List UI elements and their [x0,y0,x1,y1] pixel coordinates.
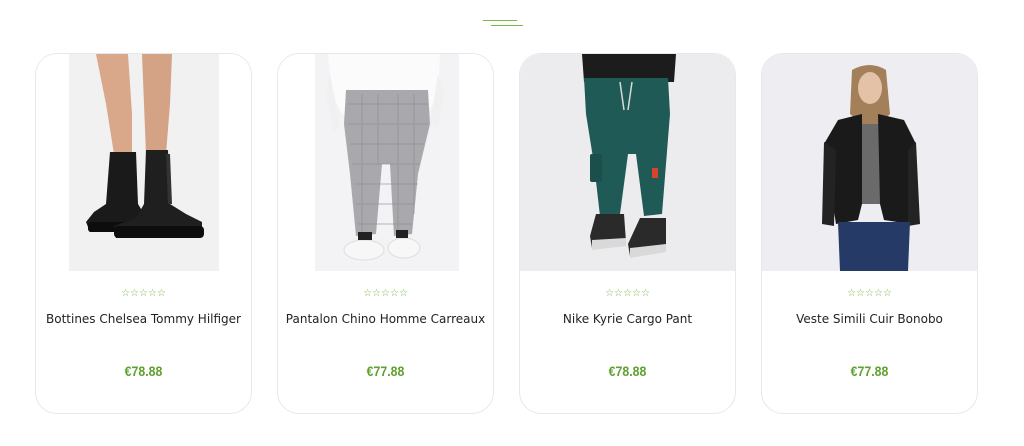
product-image-chinos[interactable] [278,54,493,271]
product-image-cargo-pants[interactable] [520,54,735,271]
product-name[interactable]: Veste Simili Cuir Bonobo [766,311,973,327]
product-card[interactable]: ☆☆☆☆☆ Pantalon Chino Homme Carreaux €77.… [277,53,494,414]
product-card[interactable]: ☆☆☆☆☆ Bottines Chelsea Tommy Hilfiger €7… [35,53,252,414]
product-name[interactable]: Nike Kyrie Cargo Pant [524,311,731,327]
product-name[interactable]: Bottines Chelsea Tommy Hilfiger [40,311,247,327]
product-image-boots[interactable] [36,54,251,271]
product-name[interactable]: Pantalon Chino Homme Carreaux [282,311,489,327]
product-rating-stars: ☆☆☆☆☆ [605,288,650,299]
product-rating-stars: ☆☆☆☆☆ [363,288,408,299]
product-card[interactable]: ☆☆☆☆☆ Nike Kyrie Cargo Pant €78.88 [519,53,736,414]
product-rating-stars: ☆☆☆☆☆ [847,288,892,299]
product-price: €77.88 [850,363,889,379]
product-price: €77.88 [366,363,405,379]
product-rating-stars: ☆☆☆☆☆ [121,288,166,299]
product-grid: ☆☆☆☆☆ Bottines Chelsea Tommy Hilfiger €7… [35,53,978,414]
product-section: ☆☆☆☆☆ Bottines Chelsea Tommy Hilfiger €7… [0,0,1024,446]
product-price: €78.88 [124,363,163,379]
section-title-decoration [481,18,525,28]
product-card[interactable]: ☆☆☆☆☆ Veste Simili Cuir Bonobo €77.88 [761,53,978,414]
product-image-jacket[interactable] [762,54,977,271]
product-price: €78.88 [608,363,647,379]
